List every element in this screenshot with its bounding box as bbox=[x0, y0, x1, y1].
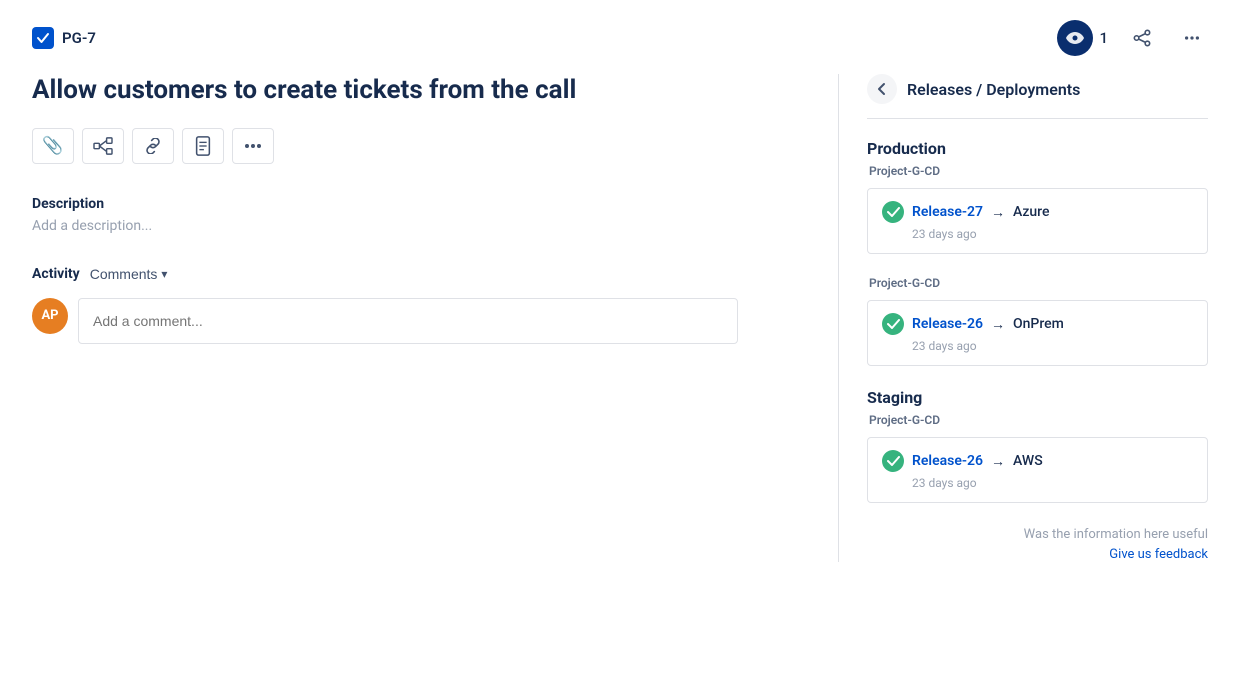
production-section: Production Project-G-CD Release-27 → Azu… bbox=[867, 139, 1208, 254]
panel-title: Releases / Deployments bbox=[907, 80, 1080, 99]
target-2: OnPrem bbox=[1013, 316, 1064, 332]
feedback-section: Was the information here useful Give us … bbox=[867, 527, 1208, 562]
activity-row: Activity Comments ▾ bbox=[32, 266, 798, 282]
activity-label: Activity bbox=[32, 266, 80, 282]
ticket-id: PG-7 bbox=[62, 29, 96, 47]
doc-button[interactable] bbox=[182, 128, 224, 164]
success-icon-3 bbox=[882, 450, 904, 472]
feedback-link[interactable]: Give us feedback bbox=[1109, 547, 1208, 562]
comment-row: AP bbox=[32, 298, 798, 344]
project-label-3: Project-G-CD bbox=[867, 413, 1208, 427]
action-toolbar: 📎 bbox=[32, 128, 798, 164]
panel-header: Releases / Deployments bbox=[867, 74, 1208, 119]
release-link-2[interactable]: Release-26 bbox=[912, 316, 983, 332]
deployment-row-2: Release-26 → OnPrem bbox=[882, 313, 1193, 335]
comments-filter-dropdown[interactable]: Comments ▾ bbox=[90, 266, 168, 282]
share-button[interactable] bbox=[1126, 22, 1158, 54]
right-panel: Releases / Deployments Production Projec… bbox=[838, 74, 1208, 562]
env-staging-label: Staging bbox=[867, 388, 1208, 407]
back-button[interactable] bbox=[867, 74, 897, 104]
arrow-3: → bbox=[991, 453, 1005, 470]
timestamp-3: 23 days ago bbox=[882, 476, 1193, 490]
deployment-card-3: Release-26 → AWS 23 days ago bbox=[867, 437, 1208, 503]
link-button[interactable] bbox=[132, 128, 174, 164]
comment-input[interactable] bbox=[78, 298, 738, 344]
deployment-row-3: Release-26 → AWS bbox=[882, 450, 1193, 472]
env-production-label: Production bbox=[867, 139, 1208, 158]
arrow-1: → bbox=[991, 204, 1005, 221]
success-icon-1 bbox=[882, 201, 904, 223]
chevron-down-icon: ▾ bbox=[161, 267, 167, 281]
release-link-3[interactable]: Release-26 bbox=[912, 453, 983, 469]
attach-button[interactable]: 📎 bbox=[32, 128, 74, 164]
diagram-button[interactable] bbox=[82, 128, 124, 164]
ticket-checkbox bbox=[32, 27, 54, 49]
watch-count: 1 bbox=[1099, 29, 1108, 47]
deployment-row-1: Release-27 → Azure bbox=[882, 201, 1193, 223]
release-link-1[interactable]: Release-27 bbox=[912, 204, 983, 220]
target-3: AWS bbox=[1013, 453, 1043, 469]
more-toolbar-button[interactable] bbox=[232, 128, 274, 164]
deployment-card-2: Release-26 → OnPrem 23 days ago bbox=[867, 300, 1208, 366]
success-icon-2 bbox=[882, 313, 904, 335]
timestamp-2: 23 days ago bbox=[882, 339, 1193, 353]
feedback-text: Was the information here useful bbox=[867, 527, 1208, 542]
description-label: Description bbox=[32, 196, 798, 212]
timestamp-1: 23 days ago bbox=[882, 227, 1193, 241]
arrow-2: → bbox=[991, 316, 1005, 333]
project-label-2: Project-G-CD bbox=[867, 276, 1208, 290]
production-section-2: Project-G-CD Release-26 → OnPrem 23 days… bbox=[867, 276, 1208, 366]
project-label-1: Project-G-CD bbox=[867, 164, 1208, 178]
description-placeholder[interactable]: Add a description... bbox=[32, 218, 798, 234]
watch-count-container: 1 bbox=[1057, 20, 1108, 56]
more-options-button[interactable] bbox=[1176, 22, 1208, 54]
user-avatar: AP bbox=[32, 298, 68, 334]
target-1: Azure bbox=[1013, 204, 1050, 220]
comments-filter-label: Comments bbox=[90, 266, 158, 282]
eye-icon[interactable] bbox=[1057, 20, 1093, 56]
staging-section: Staging Project-G-CD Release-26 → AWS 23… bbox=[867, 388, 1208, 503]
deployment-card-1: Release-27 → Azure 23 days ago bbox=[867, 188, 1208, 254]
issue-title: Allow customers to create tickets from t… bbox=[32, 74, 712, 108]
